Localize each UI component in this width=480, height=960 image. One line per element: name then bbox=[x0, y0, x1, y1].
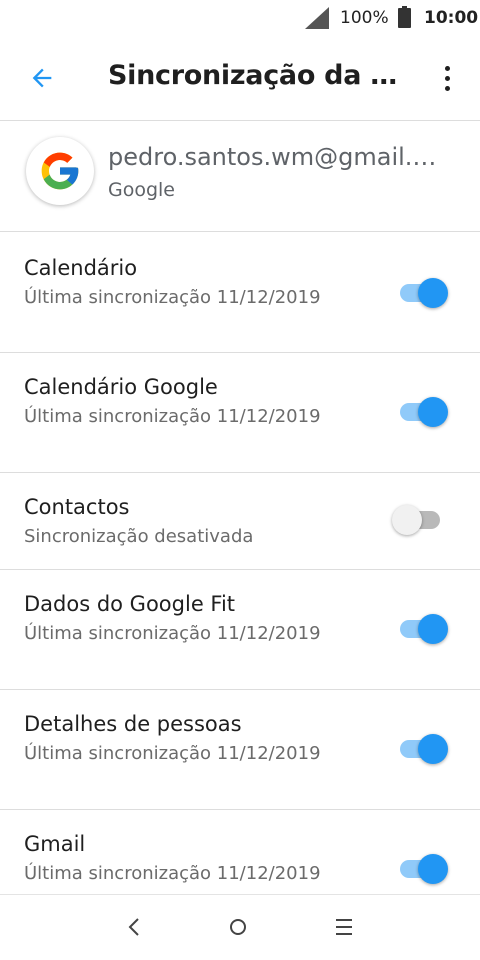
nav-back-icon[interactable] bbox=[122, 913, 146, 941]
sync-item-status: Última sincronização 11/12/2019 bbox=[24, 863, 321, 884]
toggle-thumb bbox=[418, 854, 448, 884]
nav-home-icon[interactable] bbox=[230, 919, 246, 935]
arrow-back-icon bbox=[32, 68, 52, 88]
sync-toggle-calendario[interactable] bbox=[398, 276, 452, 308]
more-vert-icon bbox=[444, 75, 450, 81]
sync-item-status: Última sincronização 11/12/2019 bbox=[24, 623, 321, 644]
sync-item-google-fit[interactable]: Dados do Google Fit Última sincronização… bbox=[0, 570, 480, 689]
toggle-thumb bbox=[418, 734, 448, 764]
battery-percentage: 100% bbox=[340, 8, 389, 28]
toggle-thumb bbox=[418, 397, 448, 427]
sync-item-gmail[interactable]: Gmail Última sincronização 11/12/2019 bbox=[0, 810, 480, 894]
sync-toggle-detalhes-pessoas[interactable] bbox=[398, 732, 452, 764]
sync-item-status: Última sincronização 11/12/2019 bbox=[24, 743, 321, 764]
sync-toggle-google-fit[interactable] bbox=[398, 612, 452, 644]
more-options-button[interactable] bbox=[430, 60, 464, 96]
sync-item-status: Última sincronização 11/12/2019 bbox=[24, 287, 321, 308]
sync-item-label: Calendário bbox=[24, 256, 138, 280]
account-provider: Google bbox=[108, 179, 176, 201]
sync-item-label: Calendário Google bbox=[24, 375, 218, 399]
signal-icon bbox=[305, 7, 329, 29]
app-bar: Sincronização da conta bbox=[0, 36, 480, 120]
sync-item-status: Última sincronização 11/12/2019 bbox=[24, 406, 321, 427]
sync-item-label: Detalhes de pessoas bbox=[24, 712, 242, 736]
sync-item-calendario-google[interactable]: Calendário Google Última sincronização 1… bbox=[0, 353, 480, 472]
sync-toggle-contactos[interactable] bbox=[392, 503, 452, 535]
sync-item-contactos[interactable]: Contactos Sincronização desativada bbox=[0, 473, 480, 569]
nav-recents-icon[interactable] bbox=[336, 919, 352, 935]
battery-icon bbox=[398, 6, 411, 28]
sync-item-label: Dados do Google Fit bbox=[24, 592, 236, 616]
sync-item-label: Contactos bbox=[24, 495, 130, 519]
more-vert-icon bbox=[444, 85, 450, 91]
sync-item-label: Gmail bbox=[24, 832, 86, 856]
google-logo-icon bbox=[41, 152, 79, 190]
sync-item-status: Sincronização desativada bbox=[24, 526, 254, 547]
account-avatar bbox=[26, 137, 94, 205]
account-header: pedro.santos.wm@gmail.com Google bbox=[0, 121, 480, 231]
sync-toggle-gmail[interactable] bbox=[398, 852, 452, 884]
more-vert-icon bbox=[444, 65, 450, 71]
sync-item-detalhes-pessoas[interactable]: Detalhes de pessoas Última sincronização… bbox=[0, 690, 480, 809]
navigation-bar bbox=[0, 894, 480, 960]
page-title: Sincronização da conta bbox=[108, 60, 408, 91]
status-bar: 100% 10:00 bbox=[0, 0, 480, 36]
status-clock: 10:00 bbox=[424, 8, 479, 28]
toggle-thumb bbox=[392, 505, 422, 535]
sync-toggle-calendario-google[interactable] bbox=[398, 395, 452, 427]
sync-item-calendario[interactable]: Calendário Última sincronização 11/12/20… bbox=[0, 232, 480, 352]
toggle-thumb bbox=[418, 278, 448, 308]
account-email: pedro.santos.wm@gmail.com bbox=[108, 143, 448, 171]
back-button[interactable] bbox=[22, 58, 62, 98]
toggle-thumb bbox=[418, 614, 448, 644]
